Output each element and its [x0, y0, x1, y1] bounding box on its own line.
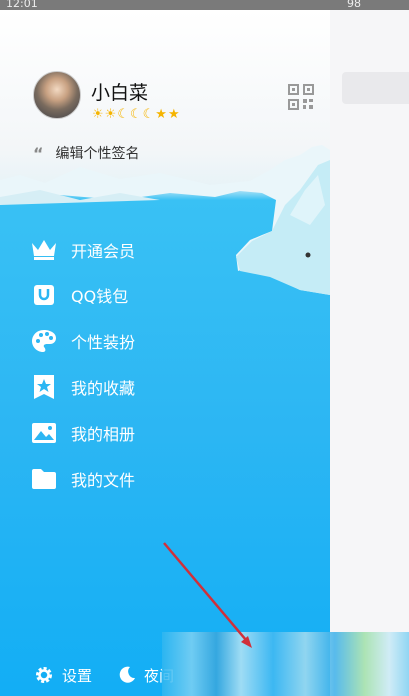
main-content-pane[interactable] — [330, 10, 409, 696]
folder-icon — [31, 466, 57, 492]
star-bookmark-icon — [31, 374, 57, 400]
menu-item-label: 开通会员 — [71, 242, 136, 261]
sun-level-icon: ☀ — [92, 107, 104, 122]
quote-icon: “ — [33, 143, 44, 163]
moon-level-icon: ☾ — [129, 107, 142, 122]
palette-icon — [31, 328, 57, 354]
level-badges[interactable]: ☀ ☀ ☾ ☾ ☾ ★ ★ — [92, 108, 180, 122]
status-time: 12:01 — [6, 0, 38, 10]
moon-icon — [119, 666, 135, 683]
settings-button[interactable]: 设置 — [34, 655, 92, 695]
signature-row[interactable]: “ 编辑个性签名 — [33, 143, 140, 163]
profile-name[interactable]: 小白菜 — [91, 78, 148, 105]
menu-item-album[interactable]: 我的相册 — [31, 413, 271, 453]
moon-level-icon: ☾ — [117, 107, 129, 122]
search-bar[interactable] — [342, 72, 409, 104]
side-drawer: 小白菜 ☀ ☀ ☾ ☾ ☾ ★ ★ “ 编辑个性签名 开通会员 QQ钱包 个性装… — [0, 10, 330, 696]
menu-item-files[interactable]: 我的文件 — [31, 459, 271, 499]
menu-item-label: 我的文件 — [71, 471, 136, 490]
gear-icon — [36, 667, 52, 683]
star-level-icon: ★ — [167, 107, 180, 122]
menu-item-label: QQ钱包 — [71, 287, 129, 306]
wallet-icon — [31, 282, 57, 308]
status-bar: 12:01 98 — [0, 0, 409, 10]
menu-item-label: 个性装扮 — [71, 333, 136, 352]
menu-item-label: 我的收藏 — [71, 379, 136, 398]
mosaic-watermark — [162, 632, 409, 696]
qr-code-icon[interactable] — [288, 84, 314, 110]
menu-item-wallet[interactable]: QQ钱包 — [31, 275, 271, 315]
menu-item-vip[interactable]: 开通会员 — [31, 230, 271, 270]
photo-icon — [31, 420, 57, 446]
avatar[interactable] — [33, 71, 81, 119]
star-level-icon: ★ — [155, 107, 167, 122]
moon-level-icon: ☾ — [142, 107, 155, 122]
menu-item-favorites[interactable]: 我的收藏 — [31, 367, 271, 407]
settings-label: 设置 — [62, 666, 93, 685]
menu-item-label: 我的相册 — [71, 425, 136, 444]
signature-text: 编辑个性签名 — [55, 146, 140, 162]
status-battery: 98 — [347, 0, 361, 10]
sun-level-icon: ☀ — [104, 107, 117, 122]
menu-item-theme[interactable]: 个性装扮 — [31, 321, 271, 361]
crown-icon — [31, 237, 57, 263]
